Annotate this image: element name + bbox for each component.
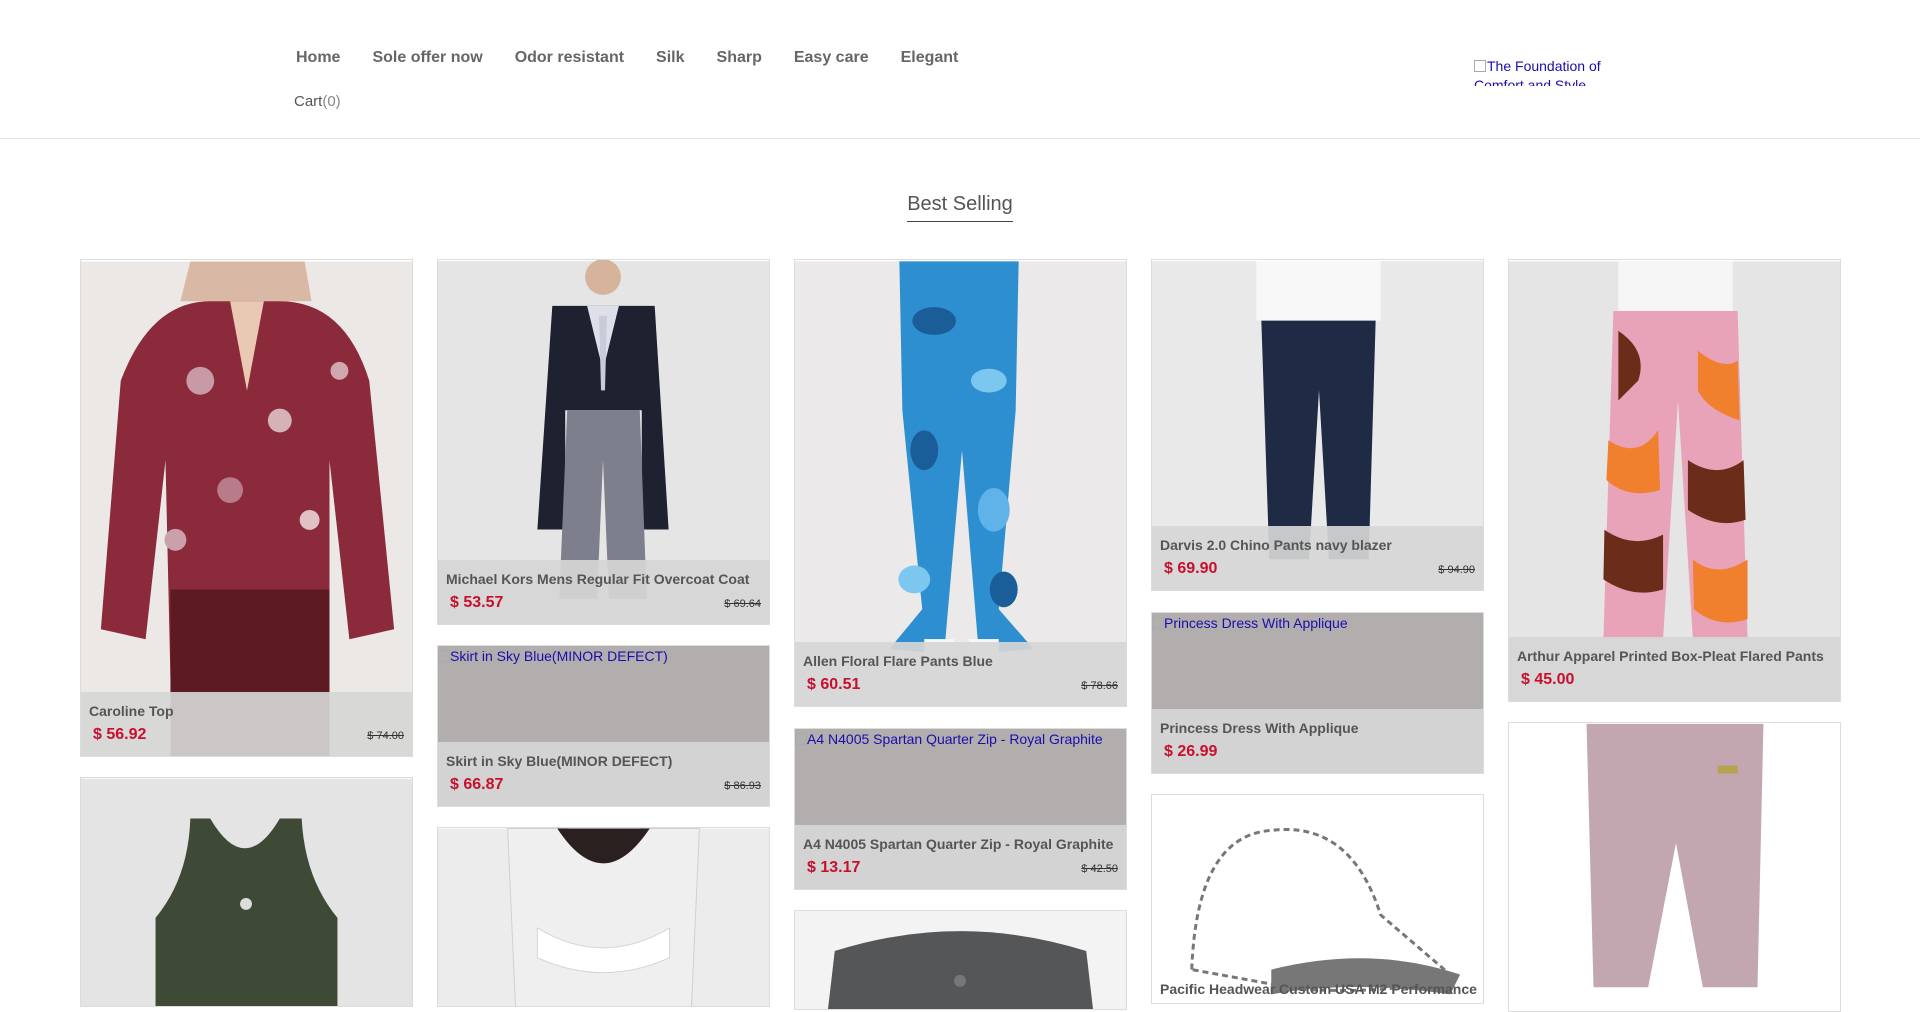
product-image <box>1509 261 1840 701</box>
product-title[interactable]: Skirt in Sky Blue(MINOR DEFECT) <box>446 753 761 769</box>
product-caption: Princess Dress With Applique $ 26.99 <box>1152 709 1483 773</box>
product-image-alt: Princess Dress With Applique <box>1152 613 1483 632</box>
nav-sole-offer-now[interactable]: Sole offer now <box>372 48 482 68</box>
logo-alt-text: The Foundation of Comfort and Style <box>1474 58 1601 86</box>
cart-count: (0) <box>322 93 341 110</box>
nav-elegant[interactable]: Elegant <box>901 48 959 68</box>
product-card[interactable]: A4 N4005 Spartan Quarter Zip - Royal Gra… <box>794 728 1127 890</box>
product-image <box>81 261 412 756</box>
product-card[interactable]: Michael Kors Mens Regular Fit Overcoat C… <box>437 259 770 625</box>
nav-silk[interactable]: Silk <box>656 48 684 68</box>
product-card[interactable]: Pacific Headwear Custom USA M2 Performan… <box>1151 794 1484 1004</box>
cart-link[interactable]: Cart(0) <box>294 92 341 112</box>
product-title[interactable]: A4 N4005 Spartan Quarter Zip - Royal Gra… <box>803 836 1118 852</box>
product-caption: Allen Floral Flare Pants Blue $ 60.51 $ 7… <box>795 642 1126 706</box>
product-old-price: $ 94.90 <box>1438 564 1475 576</box>
nav-sharp[interactable]: Sharp <box>717 48 762 68</box>
image-alt-text: A4 N4005 Spartan Quarter Zip - Royal Gra… <box>807 731 1103 747</box>
product-caption: Darvis 2.0 Chino Pants navy blazer $ 69.… <box>1152 526 1483 590</box>
product-image <box>795 911 1126 1009</box>
nav-easy-care[interactable]: Easy care <box>794 48 869 68</box>
product-title[interactable]: Michael Kors Mens Regular Fit Overcoat C… <box>446 571 761 587</box>
product-price: $ 60.51 <box>807 676 861 693</box>
product-image <box>1509 723 1840 1011</box>
product-old-price: $ 74.00 <box>367 730 404 742</box>
product-card[interactable]: Skirt in Sky Blue(MINOR DEFECT) Skirt in… <box>437 645 770 807</box>
product-price: $ 56.92 <box>93 726 147 743</box>
product-old-price: $ 86.93 <box>724 780 761 792</box>
product-price: $ 13.17 <box>807 859 861 876</box>
best-selling-heading: Best Selling <box>0 193 1920 222</box>
image-alt-text: Princess Dress With Applique <box>1164 615 1348 631</box>
broken-image-icon <box>438 650 450 662</box>
product-price: $ 45.00 <box>1521 671 1575 688</box>
cart-label: Cart <box>294 93 323 110</box>
product-card[interactable] <box>80 777 413 1007</box>
product-image <box>438 828 769 1006</box>
product-price: $ 26.99 <box>1164 743 1218 760</box>
product-card[interactable]: Darvis 2.0 Chino Pants navy blazer $ 69.… <box>1151 259 1484 591</box>
site-header: Home Sole offer now Odor resistant Silk … <box>0 0 1920 139</box>
product-old-price: $ 42.50 <box>1081 863 1118 875</box>
product-caption: Skirt in Sky Blue(MINOR DEFECT) $ 66.87 $… <box>438 742 769 806</box>
product-image-alt: A4 N4005 Spartan Quarter Zip - Royal Gra… <box>795 729 1126 748</box>
nav-home[interactable]: Home <box>296 48 340 68</box>
product-image <box>81 778 412 1006</box>
product-old-price: $ 78.66 <box>1081 680 1118 692</box>
product-image <box>1152 795 1483 1003</box>
product-title[interactable]: Darvis 2.0 Chino Pants navy blazer <box>1160 537 1475 553</box>
product-card[interactable]: Allen Floral Flare Pants Blue $ 60.51 $ 7… <box>794 259 1127 707</box>
product-card[interactable] <box>1508 722 1841 1012</box>
product-title[interactable]: Pacific Headwear Custom USA M2 Performan… <box>1160 981 1477 997</box>
product-card[interactable] <box>794 910 1127 1010</box>
section-title: Best Selling <box>907 193 1013 222</box>
broken-image-icon <box>1474 60 1486 72</box>
product-title[interactable]: Caroline Top <box>89 703 404 719</box>
product-title[interactable]: Allen Floral Flare Pants Blue <box>803 653 1118 669</box>
product-caption: Michael Kors Mens Regular Fit Overcoat C… <box>438 560 769 624</box>
product-card[interactable]: Princess Dress With Applique Princess Dr… <box>1151 612 1484 774</box>
product-card[interactable]: Arthur Apparel Printed Box-Pleat Flared … <box>1508 259 1841 702</box>
product-image-alt: Skirt in Sky Blue(MINOR DEFECT) <box>438 646 769 665</box>
product-caption: Caroline Top $ 56.92 $ 74.00 <box>81 692 412 756</box>
site-logo[interactable]: The Foundation of Comfort and Style <box>1474 57 1624 86</box>
product-card[interactable]: Caroline Top $ 56.92 $ 74.00 <box>80 259 413 757</box>
product-price: $ 69.90 <box>1164 560 1218 577</box>
product-title[interactable]: Princess Dress With Applique <box>1160 720 1475 736</box>
product-title[interactable]: Arthur Apparel Printed Box-Pleat Flared … <box>1517 648 1832 664</box>
product-caption: Arthur Apparel Printed Box-Pleat Flared … <box>1509 637 1840 701</box>
broken-image-icon <box>1152 617 1164 629</box>
product-caption: A4 N4005 Spartan Quarter Zip - Royal Gra… <box>795 825 1126 889</box>
nav-odor-resistant[interactable]: Odor resistant <box>515 48 624 68</box>
product-old-price: $ 69.64 <box>724 598 761 610</box>
product-card[interactable] <box>437 827 770 1007</box>
product-price: $ 53.57 <box>450 594 504 611</box>
product-image <box>795 261 1126 706</box>
image-alt-text: Skirt in Sky Blue(MINOR DEFECT) <box>450 648 668 664</box>
product-price: $ 66.87 <box>450 776 504 793</box>
broken-image-icon <box>795 733 807 745</box>
product-caption: Pacific Headwear Custom USA M2 Performan… <box>1160 981 1477 997</box>
main-nav: Home Sole offer now Odor resistant Silk … <box>296 48 990 68</box>
